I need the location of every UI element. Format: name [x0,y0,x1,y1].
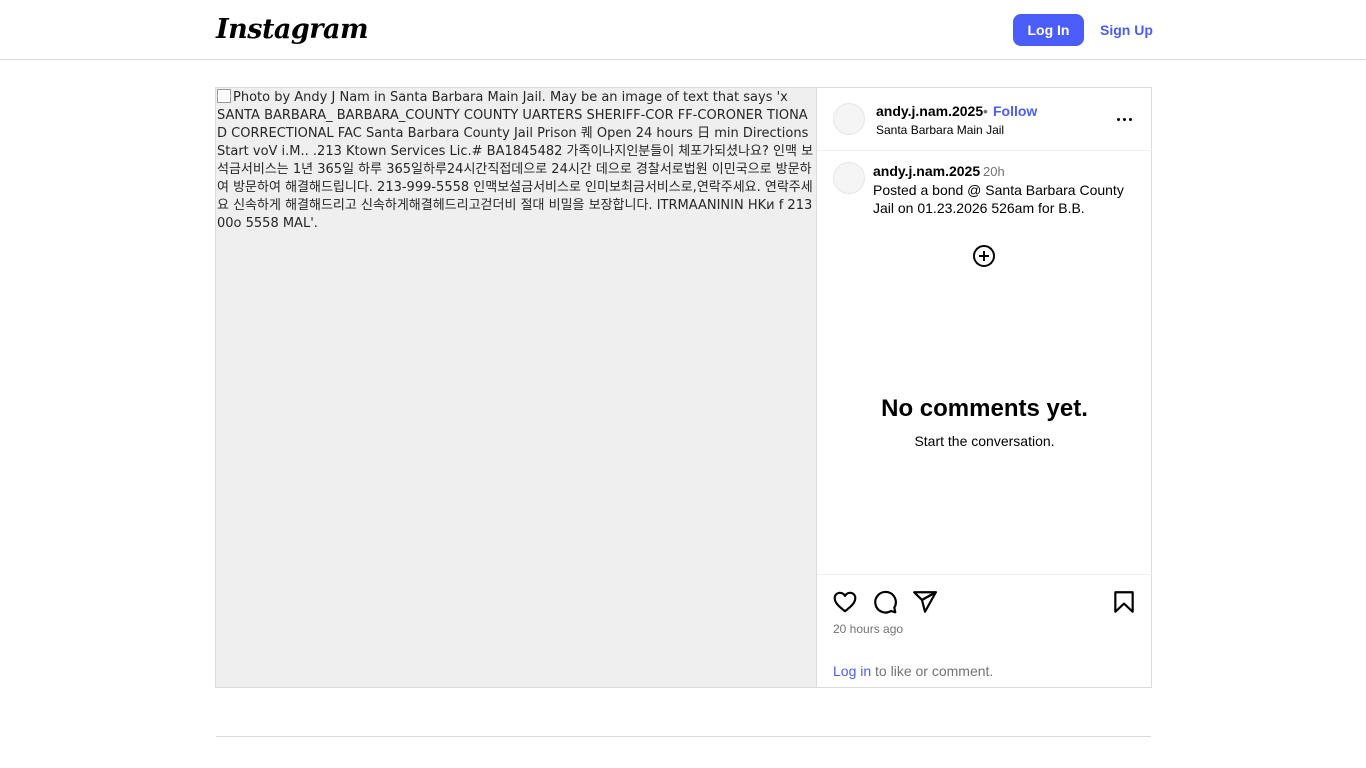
follow-button[interactable]: Follow [993,103,1037,119]
post-image-alt-text: Photo by Andy J Nam in Santa Barbara Mai… [216,88,816,233]
caption-time: 20h [983,164,1005,179]
author-username[interactable]: andy.j.nam.2025 [876,103,983,119]
separator-dot: • [983,103,988,119]
post-image[interactable]: Photo by Andy J Nam in Santa Barbara Mai… [216,88,816,687]
login-link[interactable]: Log in [833,663,871,679]
post-container: Photo by Andy J Nam in Santa Barbara Mai… [215,87,1152,688]
no-comments-subtitle: Start the conversation. [914,433,1055,449]
share-icon[interactable] [912,589,938,615]
post-sidebar: andy.j.nam.2025 • Follow Santa Barbara M… [816,88,1152,687]
post-timestamp: 20 hours ago [833,622,904,636]
instagram-logo[interactable]: Instagram [216,14,369,45]
broken-image-icon [217,89,231,103]
caption-text: Posted a bond @ Santa Barbara County Jai… [873,182,1124,216]
more-horizontal-icon[interactable] [1113,108,1135,130]
post-actions: 20 hours ago Log in to like or comment. [817,574,1152,687]
comment-icon[interactable] [872,589,898,615]
post-header: andy.j.nam.2025 • Follow Santa Barbara M… [817,88,1152,151]
no-comments-title: No comments yet. [881,395,1088,422]
signup-link[interactable]: Sign Up [1100,14,1153,46]
caption-avatar[interactable] [833,162,865,194]
heart-icon[interactable] [832,589,858,615]
top-navigation: Instagram Log In Sign Up [0,0,1366,60]
login-prompt-text: to like or comment. [871,663,994,679]
login-prompt: Log in to like or comment. [833,663,993,679]
author-avatar[interactable] [833,103,865,135]
image-alt-content: Photo by Andy J Nam in Santa Barbara Mai… [217,90,814,231]
bookmark-icon[interactable] [1111,589,1137,615]
login-button[interactable]: Log In [1013,14,1084,46]
footer-divider [216,736,1151,737]
caption-username[interactable]: andy.j.nam.2025 [873,163,980,179]
plus-circle-icon[interactable] [972,244,996,268]
post-location[interactable]: Santa Barbara Main Jail [876,123,1004,137]
